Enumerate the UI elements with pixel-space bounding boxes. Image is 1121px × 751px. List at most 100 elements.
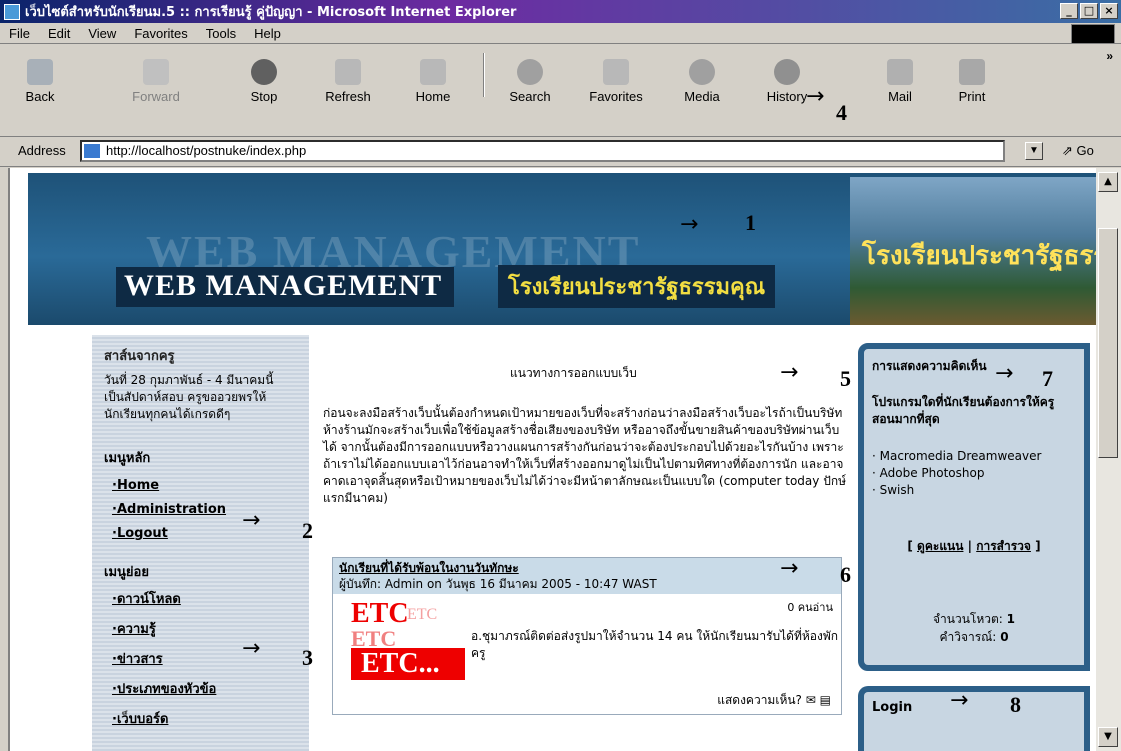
toolbar-separator [483, 53, 485, 97]
poll-question: โปรแกรมใดที่นักเรียนต้องการให้ครูสอนมากท… [872, 395, 1055, 426]
banner-school-name: โรงเรียนประชารัฐธรรมคุณ [498, 265, 776, 308]
comment-link[interactable]: แสดงความเห็น? [717, 693, 802, 707]
poll-option[interactable]: · Adobe Photoshop [872, 465, 1076, 482]
media-button[interactable]: Media [678, 53, 726, 129]
vote-count: 1 [1006, 612, 1016, 626]
poll-option[interactable]: · Macromedia Dreamweaver [872, 448, 1076, 465]
page-icon [84, 144, 100, 158]
print-article-icon[interactable]: ▤ [820, 693, 831, 707]
news-title[interactable]: นักเรียนที่ได้รับพ้อนในงานวันทักษะ [339, 560, 835, 576]
forward-icon [143, 59, 169, 85]
scroll-down-button[interactable]: ▼ [1098, 727, 1118, 747]
teacher-message-title: สาส์นจากครู [104, 349, 175, 364]
submenu-link-topics[interactable]: ·ประเภทของหัวข้อ [112, 678, 297, 699]
etc-logo-block: ETC... [351, 648, 465, 680]
favorites-button[interactable]: Favorites [580, 53, 652, 129]
stop-icon [251, 59, 277, 85]
annotation-arrow: → [242, 636, 261, 661]
menu-link-home[interactable]: ·Home [112, 478, 297, 493]
annotation-arrow: → [242, 508, 261, 533]
address-bar: Address http://localhost/postnuke/index.… [0, 137, 1121, 167]
article-body: ก่อนจะลงมือสร้างเว็บนั้นต้องกำหนดเป้าหมา… [323, 406, 846, 505]
page-viewport: WEB MANAGEMENT WEB MANAGEMENT โรงเรียนปร… [8, 168, 1096, 751]
scroll-thumb[interactable] [1098, 228, 1118, 458]
windows-logo [1071, 24, 1115, 44]
annotation-8: 8 [1010, 692, 1021, 717]
scroll-up-button[interactable]: ▲ [1098, 172, 1118, 192]
login-block: Login [858, 686, 1090, 751]
poll-option[interactable]: · Swish [872, 482, 1076, 499]
article-title: แนวทางการออกแบบเว็บ [510, 366, 637, 380]
news-meta: ผู้บันทึก: Admin on วันพุธ 16 มีนาคม 200… [339, 577, 657, 591]
refresh-button[interactable]: Refresh [318, 53, 378, 129]
go-button[interactable]: ⇗ Go [1062, 143, 1094, 159]
poll-stats: จำนวนโหวต: 1 คำวิจารณ์: 0 [932, 612, 1016, 644]
annotation-1: 1 [745, 210, 756, 235]
menu-tools[interactable]: Tools [197, 26, 245, 41]
annotation-arrow: → [995, 361, 1014, 386]
vertical-scrollbar[interactable]: ▲ ▼ [1096, 168, 1121, 751]
menu-file[interactable]: File [0, 26, 39, 41]
poll-results-link[interactable]: ดูคะแนน [917, 539, 963, 553]
menu-bar: File Edit View Favorites Tools Help [0, 23, 1121, 44]
etc-logo: ETC ETC ETC ETC... [351, 598, 481, 684]
print-icon [959, 59, 985, 85]
menu-view[interactable]: View [79, 26, 125, 41]
address-dropdown-button[interactable]: ▼ [1025, 142, 1043, 160]
poll-block: การแสดงความคิดเห็น โปรแกรมใดที่นักเรียนต… [858, 343, 1090, 671]
menu-edit[interactable]: Edit [39, 26, 79, 41]
menu-favorites[interactable]: Favorites [125, 26, 196, 41]
submenu-link-knowledge[interactable]: ·ความรู้ [112, 618, 297, 639]
mail-icon [887, 59, 913, 85]
mail-button[interactable]: Mail [878, 53, 922, 129]
submenu-link-webboard[interactable]: ·เว็บบอร์ด [112, 708, 297, 729]
poll-options: · Macromedia Dreamweaver · Adobe Photosh… [872, 448, 1076, 499]
forward-button[interactable]: Forward [128, 53, 184, 129]
address-input[interactable]: http://localhost/postnuke/index.php [80, 140, 1005, 162]
annotation-arrow: → [680, 212, 699, 237]
submenu-link-download[interactable]: ·ดาวน์โหลด [112, 588, 297, 609]
print-button[interactable]: Print [950, 53, 994, 129]
search-icon [517, 59, 543, 85]
annotation-arrow: → [780, 556, 799, 581]
news-text: อ.ชุมาภรณ์ติดต่อส่งรูปมาให้จำนวน 14 คน ใ… [471, 629, 839, 660]
toolbar: Back Forward Stop Refresh Home Search Fa… [0, 45, 1121, 137]
sub-menu-title: เมนูย่อย [104, 565, 149, 580]
menu-link-administration[interactable]: ·Administration [112, 502, 297, 517]
maximize-button[interactable]: □ [1080, 3, 1098, 19]
poll-surveys-link[interactable]: การสำรวจ [976, 539, 1031, 553]
home-button[interactable]: Home [409, 53, 457, 129]
etc-logo-small: ETC [407, 606, 438, 623]
annotation-arrow: → [950, 688, 969, 713]
annotation-3: 3 [302, 645, 313, 670]
toolbar-overflow-icon[interactable]: » [1106, 49, 1113, 63]
news-footer: แสดงความเห็น? ✉ ▤ [717, 691, 831, 710]
annotation-2: 2 [302, 518, 313, 543]
news-header: นักเรียนที่ได้รับพ้อนในงานวันทักษะ ผู้บั… [333, 558, 841, 594]
annotation-6: 6 [840, 562, 851, 587]
menu-help[interactable]: Help [245, 26, 290, 41]
back-icon [27, 59, 53, 85]
ie-icon [4, 3, 20, 20]
banner-title: WEB MANAGEMENT [116, 267, 455, 307]
banner-photo-text: โรงเรียนประชารัฐธรรมคุณ [862, 241, 1096, 271]
close-button[interactable]: × [1100, 3, 1118, 19]
stop-button[interactable]: Stop [242, 53, 286, 129]
back-button[interactable]: Back [18, 53, 62, 129]
banner-photo: โรงเรียนประชารัฐธรรมคุณ [850, 177, 1096, 325]
minimize-button[interactable]: _ [1060, 3, 1078, 19]
submenu-link-news[interactable]: ·ข่าวสาร [112, 648, 297, 669]
email-icon[interactable]: ✉ [806, 693, 816, 707]
history-icon [774, 59, 800, 85]
window-titlebar: เว็บไซต์สำหรับนักเรียนม.5 :: การเรียนรู้… [0, 0, 1121, 23]
comment-count: 0 [1000, 630, 1009, 644]
menu-link-logout[interactable]: ·Logout [112, 526, 297, 541]
poll-links: [ ดูคะแนน | การสำรวจ ] [907, 539, 1041, 553]
home-icon [420, 59, 446, 85]
annotation-arrow: → [780, 360, 799, 385]
window-title: เว็บไซต์สำหรับนักเรียนม.5 :: การเรียนรู้… [25, 5, 517, 20]
news-item: นักเรียนที่ได้รับพ้อนในงานวันทักษะ ผู้บั… [332, 557, 842, 715]
annotation-7: 7 [1042, 366, 1053, 391]
search-button[interactable]: Search [502, 53, 558, 129]
annotation-4: 4 [836, 100, 847, 125]
